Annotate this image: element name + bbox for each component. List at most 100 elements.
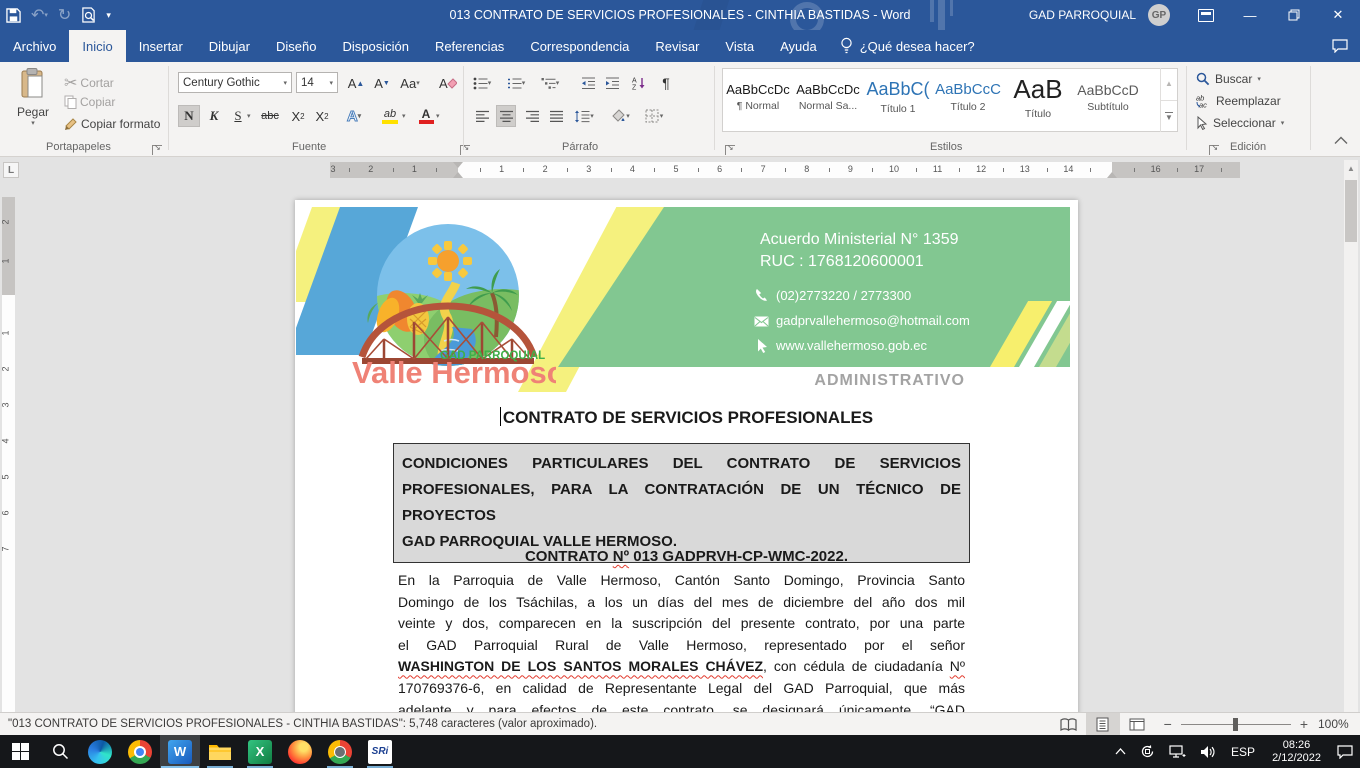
change-case-button[interactable]: Aa▾ xyxy=(400,72,420,94)
zoom-out-icon[interactable]: − xyxy=(1164,716,1172,732)
strikethrough-button[interactable]: abc xyxy=(260,105,280,127)
scroll-up-icon[interactable]: ▲ xyxy=(1344,160,1358,176)
indent-marker[interactable] xyxy=(453,172,463,178)
clipboard-dialog-launcher[interactable] xyxy=(152,145,162,155)
document-page[interactable]: Valle Hermoso GAD PARROQUIAL Acuerdo Min… xyxy=(295,200,1078,712)
zoom-level[interactable]: 100% xyxy=(1318,717,1360,731)
justify-button[interactable] xyxy=(546,105,566,127)
increase-indent-button[interactable] xyxy=(602,72,622,94)
taskbar-chrome-profile-button[interactable] xyxy=(320,735,360,768)
close-button[interactable]: ✕ xyxy=(1316,0,1360,30)
undo-icon[interactable]: ↶▾ xyxy=(31,5,48,25)
tab-correspondencia[interactable]: Correspondencia xyxy=(517,30,642,62)
styles-scroll-up-icon[interactable]: ▲ xyxy=(1161,68,1177,100)
numbering-button[interactable]: ▾ xyxy=(506,72,526,94)
taskbar-sri-button[interactable]: SRi xyxy=(360,735,400,768)
style-normal[interactable]: AaBbCcDc ¶ Normal xyxy=(723,69,793,125)
taskbar-excel-button[interactable]: X xyxy=(240,735,280,768)
status-message[interactable]: "013 CONTRATO DE SERVICIOS PROFESIONALES… xyxy=(0,718,597,730)
account-name[interactable]: GAD PARROQUIAL xyxy=(1029,8,1136,22)
font-color-button[interactable]: A xyxy=(416,105,436,127)
align-center-button[interactable] xyxy=(496,105,516,127)
tab-ayuda[interactable]: Ayuda xyxy=(767,30,830,62)
paragraph-dialog-launcher[interactable] xyxy=(725,145,735,155)
taskbar-chrome-icon[interactable] xyxy=(120,735,160,768)
account-avatar[interactable]: GP xyxy=(1148,4,1170,26)
tray-sync-icon[interactable] xyxy=(1133,735,1162,768)
highlight-dropdown[interactable]: ▾ xyxy=(402,112,406,120)
subscript-button[interactable]: X2 xyxy=(288,105,308,127)
tab-stop-selector[interactable]: L xyxy=(3,162,19,178)
text-effects-button[interactable]: A▾ xyxy=(344,105,364,127)
taskbar-explorer-button[interactable] xyxy=(200,735,240,768)
style-subtitulo[interactable]: AaBbCcD Subtítulo xyxy=(1073,69,1143,125)
sort-button[interactable]: AZ xyxy=(630,72,650,94)
taskbar-search-button[interactable] xyxy=(40,735,80,768)
bold-button[interactable]: N xyxy=(178,105,200,127)
font-size-select[interactable]: 14▾ xyxy=(296,72,338,93)
tab-referencias[interactable]: Referencias xyxy=(422,30,517,62)
paste-button[interactable]: Pegar ▾ xyxy=(8,68,58,127)
copy-button[interactable]: Copiar xyxy=(64,95,115,109)
clock[interactable]: 08:26 2/12/2022 xyxy=(1263,739,1330,765)
clear-formatting-button[interactable]: A xyxy=(438,72,458,94)
tab-insertar[interactable]: Insertar xyxy=(126,30,196,62)
tab-disposicion[interactable]: Disposición xyxy=(329,30,421,62)
read-mode-icon[interactable] xyxy=(1052,713,1086,736)
styles-dialog-launcher[interactable] xyxy=(1209,145,1219,155)
taskbar-edge-icon[interactable] xyxy=(80,735,120,768)
start-button[interactable] xyxy=(0,735,40,768)
underline-dropdown[interactable]: ▾ xyxy=(247,112,251,120)
tab-vista[interactable]: Vista xyxy=(712,30,767,62)
font-color-dropdown[interactable]: ▾ xyxy=(436,112,440,120)
language-indicator[interactable]: ESP xyxy=(1223,745,1263,759)
web-layout-icon[interactable] xyxy=(1120,713,1154,736)
redo-icon[interactable]: ↻ xyxy=(58,5,71,25)
shading-button[interactable]: ▾ xyxy=(610,105,630,127)
save-icon[interactable] xyxy=(6,8,21,23)
decrease-indent-button[interactable] xyxy=(578,72,598,94)
styles-more-icon[interactable]: ▼ xyxy=(1161,100,1177,133)
align-left-button[interactable] xyxy=(472,105,492,127)
vertical-scrollbar[interactable]: ▲ xyxy=(1344,160,1358,712)
underline-button[interactable]: S xyxy=(228,105,248,127)
print-preview-icon[interactable] xyxy=(81,7,96,23)
vertical-ruler[interactable]: 211234567 xyxy=(2,197,15,712)
taskbar-word-button[interactable]: W xyxy=(160,735,200,768)
tab-archivo[interactable]: Archivo xyxy=(0,30,69,62)
shrink-font-button[interactable]: A▼ xyxy=(372,72,392,94)
line-spacing-button[interactable]: ▾ xyxy=(574,105,594,127)
customize-qat-icon[interactable]: ▾ xyxy=(106,10,111,21)
multilevel-list-button[interactable]: ▾ xyxy=(540,72,560,94)
action-center-icon[interactable] xyxy=(1330,735,1360,768)
zoom-slider[interactable]: − + xyxy=(1164,716,1308,732)
cut-button[interactable]: ✂ Cortar xyxy=(64,73,114,93)
replace-button[interactable]: abac Reemplazar xyxy=(1196,94,1281,108)
borders-button[interactable]: ▾ xyxy=(644,105,664,127)
superscript-button[interactable]: X2 xyxy=(312,105,332,127)
volume-icon[interactable] xyxy=(1193,735,1223,768)
network-icon[interactable] xyxy=(1162,735,1193,768)
show-marks-button[interactable]: ¶ xyxy=(656,72,676,94)
grow-font-button[interactable]: A▲ xyxy=(346,72,366,94)
zoom-thumb[interactable] xyxy=(1233,718,1238,731)
align-right-button[interactable] xyxy=(522,105,542,127)
feedback-icon[interactable] xyxy=(1332,39,1348,53)
tab-dibujar[interactable]: Dibujar xyxy=(196,30,263,62)
tray-expand-icon[interactable] xyxy=(1108,735,1133,768)
style-normal-sa[interactable]: AaBbCcDc Normal Sa... xyxy=(793,69,863,125)
first-line-indent-marker[interactable] xyxy=(453,162,463,168)
ribbon-display-options-icon[interactable] xyxy=(1184,0,1228,30)
tab-diseno[interactable]: Diseño xyxy=(263,30,329,62)
italic-button[interactable]: K xyxy=(204,105,224,127)
taskbar-firefox-icon[interactable] xyxy=(280,735,320,768)
select-button[interactable]: Seleccionar▾ xyxy=(1196,116,1284,130)
tab-revisar[interactable]: Revisar xyxy=(642,30,712,62)
zoom-in-icon[interactable]: + xyxy=(1300,716,1308,732)
bullets-button[interactable]: ▾ xyxy=(472,72,492,94)
horizontal-ruler[interactable]: 32112345678910111213141617 xyxy=(330,162,1240,178)
highlight-button[interactable]: ab xyxy=(380,105,400,127)
font-dialog-launcher[interactable] xyxy=(460,145,470,155)
style-titulo-1[interactable]: AaBbC( Título 1 xyxy=(863,69,933,125)
font-family-select[interactable]: Century Gothic▾ xyxy=(178,72,292,93)
